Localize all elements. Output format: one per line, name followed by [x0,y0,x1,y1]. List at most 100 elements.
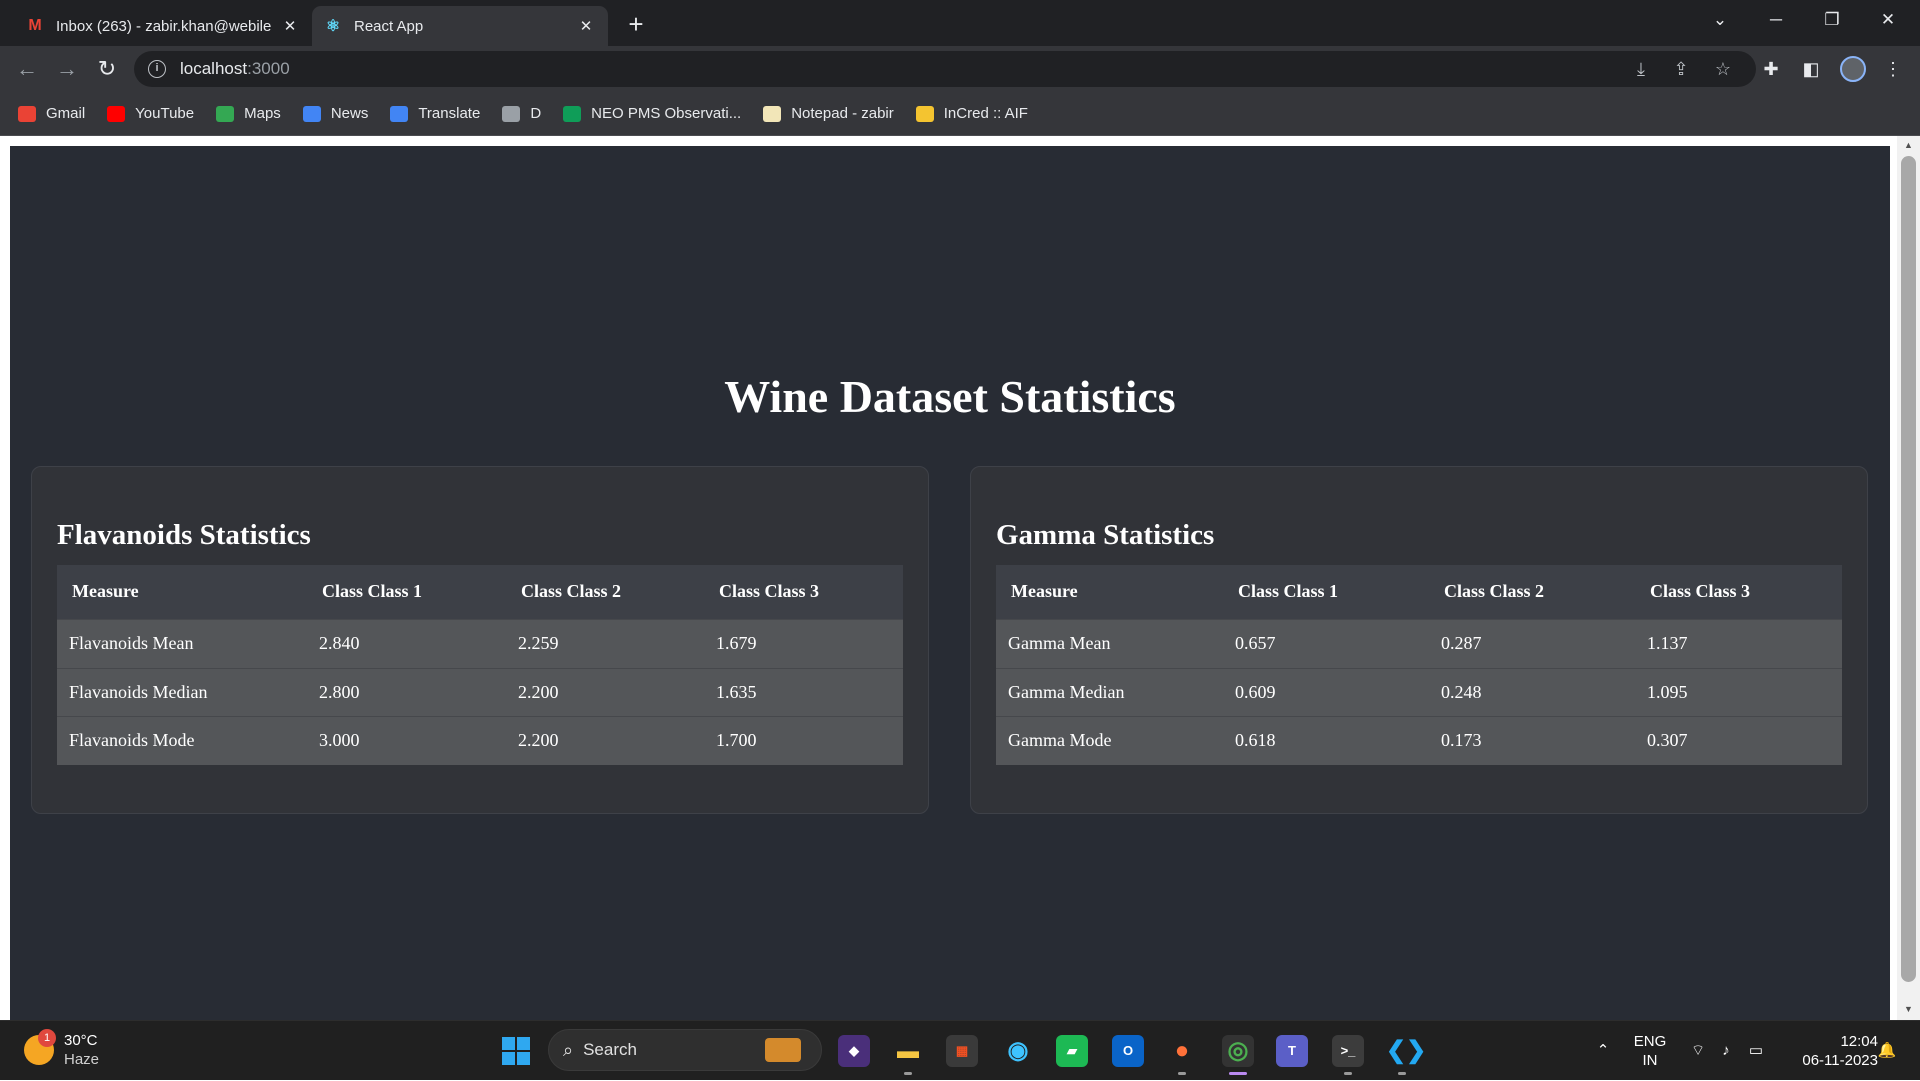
table-row: Gamma Median 0.609 0.248 1.095 [996,667,1842,716]
avatar[interactable] [1840,56,1866,82]
table-cell: Gamma Mode [996,715,1223,765]
table-cell: 1.700 [704,715,903,765]
notepad-icon [763,105,782,122]
extensions-icon[interactable]: ✚ [1758,56,1784,82]
copilot-icon[interactable]: ◆ [838,1035,870,1067]
tab-react-app[interactable]: ⚛ React App ✕ [312,6,608,46]
url-text: localhost:3000 [180,59,290,78]
bookmark-item[interactable]: News [302,105,369,122]
tab-title: React App [354,17,424,35]
notification-bell-icon[interactable]: 🔔 [1874,1021,1900,1081]
windows-start-icon[interactable] [502,1037,530,1065]
table-cell: Flavanoids Mean [57,618,307,668]
flavanoids-table: Measure Class Class 1 Class Class 2 Clas… [57,565,903,765]
table-cell: 2.840 [307,618,506,668]
flavanoids-heading: Flavanoids Statistics [57,519,311,551]
table-row: Flavanoids Mode 3.000 2.200 1.700 [57,715,903,765]
chrome-icon[interactable]: ◎ [1222,1035,1254,1067]
tab-strip: M Inbox (263) - zabir.khan@webile ✕ ⚛ Re… [0,0,1920,46]
weather-widget[interactable]: 1 30°C Haze [24,1029,99,1069]
restore-button[interactable]: ❐ [1804,0,1860,40]
back-icon[interactable]: ← [12,54,42,84]
react-app-page: Wine Dataset Statistics Flavanoids Stati… [10,146,1890,1020]
table-cell: Flavanoids Mode [57,715,307,765]
outlook-icon[interactable]: O [1112,1035,1144,1067]
scroll-up-icon[interactable]: ▲ [1903,140,1914,150]
tab-search-icon[interactable]: ⌄ [1692,0,1748,40]
running-indicator [1398,1072,1406,1075]
running-indicator [1344,1072,1352,1075]
translate-icon [390,105,409,122]
column-header: Class Class 1 [307,565,506,619]
site-info-icon[interactable]: i [148,60,166,78]
wifi-icon[interactable]: ⌔ [1686,1021,1710,1081]
address-bar[interactable]: i localhost:3000 [134,51,1756,87]
column-header: Class Class 3 [1635,565,1842,619]
close-icon[interactable]: ✕ [576,17,596,35]
running-indicator [904,1072,912,1075]
table-cell: 0.307 [1635,715,1842,765]
close-window-button[interactable]: ✕ [1860,0,1916,40]
menu-icon[interactable]: ⋮ [1880,56,1906,82]
table-cell: 1.635 [704,667,903,716]
bookmark-item[interactable]: YouTube [107,105,194,122]
new-tab-button[interactable]: + [620,8,652,40]
page-title: Wine Dataset Statistics [724,371,1176,422]
file-explorer-icon[interactable]: ▬ [892,1035,924,1067]
language-indicator[interactable]: ENG IN [1628,1021,1672,1081]
table-cell: Gamma Mean [996,618,1223,668]
install-icon[interactable]: ⤓ [1628,56,1654,82]
bookmark-item[interactable]: Gmail [18,105,85,122]
bookmark-item[interactable]: D [502,105,541,122]
forward-icon[interactable]: → [52,54,82,84]
table-cell: 2.200 [506,667,704,716]
edge-icon[interactable]: ◉ [1002,1035,1034,1067]
table-cell: 0.248 [1429,667,1635,716]
bookmark-label: News [330,105,369,122]
side-panel-icon[interactable]: ◧ [1798,56,1824,82]
bookmark-item[interactable]: InCred :: AIF [915,105,1028,122]
close-icon[interactable]: ✕ [280,17,300,35]
globe-icon [502,105,521,122]
bookmark-label: Notepad - zabir [791,105,894,122]
scroll-down-icon[interactable]: ▼ [1903,1004,1914,1014]
flavanoids-card: Flavanoids Statistics Measure Class Clas… [31,466,929,814]
firefox-icon[interactable]: ● [1166,1035,1198,1067]
tab-title: Inbox (263) - zabir.khan@webile [56,17,272,35]
bookmark-label: InCred :: AIF [943,105,1028,122]
bookmark-item[interactable]: Notepad - zabir [763,105,894,122]
vertical-scrollbar[interactable]: ▲ ▼ [1897,136,1920,1020]
minimize-button[interactable]: ─ [1748,0,1804,40]
bookmark-item[interactable]: NEO PMS Observati... [563,105,741,122]
teams-icon[interactable]: T [1276,1035,1308,1067]
table-cell: 2.200 [506,715,704,765]
microsoft-store-icon[interactable]: ▦ [946,1035,978,1067]
bookmark-item[interactable]: Translate [390,105,480,122]
terminal-icon[interactable]: >_ [1332,1035,1364,1067]
scrollbar-thumb[interactable] [1901,156,1916,982]
news-icon [302,105,321,122]
language-line2: IN [1642,1052,1658,1069]
tab-inbox[interactable]: M Inbox (263) - zabir.khan@webile ✕ [14,6,312,46]
gmail-icon: M [28,17,42,34]
battery-icon[interactable]: ▭ [1744,1021,1768,1081]
chevron-up-icon[interactable]: ⌃ [1588,1021,1618,1081]
bookmark-item[interactable]: Maps [216,105,281,122]
chat-icon[interactable]: ▰ [1056,1035,1088,1067]
reload-icon[interactable]: ↻ [92,54,122,84]
volume-icon[interactable]: ♪ [1714,1021,1738,1081]
table-cell: 0.287 [1429,618,1635,668]
bookmark-star-icon[interactable]: ☆ [1710,56,1736,82]
table-cell: 2.800 [307,667,506,716]
sheets-icon [563,105,582,122]
incred-icon [915,105,934,122]
gamma-table: Measure Class Class 1 Class Class 2 Clas… [996,565,1842,765]
share-icon[interactable]: ⇪ [1668,56,1694,82]
taskbar-search[interactable]: ⌕ Search [548,1029,822,1071]
clock-date: 06-11-2023 [1802,1052,1878,1069]
weather-temp: 30°C [64,1032,98,1049]
browser-toolbar: ← → ↻ i localhost:3000 ⤓ ⇪ ☆ ✚ ◧ ⋮ [0,46,1920,92]
clock[interactable]: 12:04 06-11-2023 [1782,1021,1878,1081]
vscode-icon[interactable]: ❮❯ [1386,1035,1426,1067]
column-header: Class Class 2 [1429,565,1635,619]
